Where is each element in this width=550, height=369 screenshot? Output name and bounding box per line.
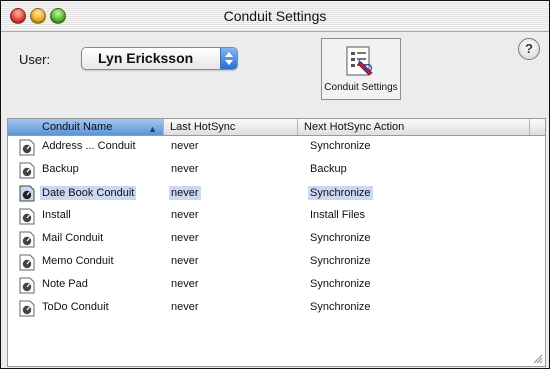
- conduit-row-icon: [19, 254, 35, 271]
- last-hotsync: never: [171, 301, 199, 313]
- conduit-settings-window: Conduit Settings User: Lyn Ericksson Con…: [0, 0, 550, 369]
- column-header-conduit-name[interactable]: Conduit Name ▲: [8, 119, 164, 135]
- conduit-table: Conduit Name ▲ Last HotSync Next HotSync…: [7, 118, 546, 367]
- next-action: Synchronize: [308, 186, 373, 200]
- last-hotsync: never: [171, 163, 199, 175]
- table-row[interactable]: Memo Conduit never Synchronize: [8, 251, 545, 274]
- conduit-name: Memo Conduit: [42, 255, 114, 267]
- last-hotsync: never: [171, 140, 199, 152]
- column-header-filler: [530, 119, 545, 135]
- help-icon: ?: [525, 41, 533, 56]
- conduit-name: ToDo Conduit: [42, 301, 109, 313]
- next-action: Synchronize: [310, 232, 371, 244]
- toolbar: User: Lyn Ericksson Conduit Settings ?: [1, 32, 549, 118]
- next-action: Synchronize: [310, 255, 371, 267]
- table-row[interactable]: ToDo Conduit never Synchronize: [8, 297, 545, 320]
- last-hotsync: never: [171, 232, 199, 244]
- last-hotsync: never: [169, 186, 201, 200]
- help-button[interactable]: ?: [518, 38, 540, 60]
- column-header-label: Conduit Name: [42, 121, 113, 133]
- conduit-row-icon: [19, 300, 35, 317]
- resize-grip-icon[interactable]: [532, 353, 543, 364]
- sort-ascending-icon: ▲: [148, 124, 157, 134]
- table-row[interactable]: Install never Install Files: [8, 205, 545, 228]
- conduit-name: Mail Conduit: [42, 232, 104, 244]
- conduit-settings-button[interactable]: Conduit Settings: [321, 38, 401, 100]
- table-header: Conduit Name ▲ Last HotSync Next HotSync…: [8, 119, 545, 136]
- last-hotsync: never: [171, 209, 199, 221]
- user-popup-menu[interactable]: Lyn Ericksson: [81, 47, 238, 70]
- conduit-row-icon: [19, 185, 35, 202]
- conduit-name: Date Book Conduit: [40, 186, 137, 200]
- table-row[interactable]: Note Pad never Synchronize: [8, 274, 545, 297]
- conduit-name: Address ... Conduit: [42, 140, 136, 152]
- next-action: Synchronize: [310, 278, 371, 290]
- conduit-settings-label: Conduit Settings: [324, 82, 398, 93]
- next-action: Backup: [310, 163, 347, 175]
- next-action: Synchronize: [310, 301, 371, 313]
- column-header-next-action[interactable]: Next HotSync Action: [298, 119, 530, 135]
- conduit-name: Install: [42, 209, 71, 221]
- conduit-name: Backup: [42, 163, 79, 175]
- conduit-row-icon: [19, 208, 35, 225]
- conduit-row-icon: [19, 139, 35, 156]
- table-row-selected[interactable]: Date Book Conduit never Synchronize: [8, 182, 545, 205]
- conduit-settings-icon: [343, 44, 379, 85]
- column-header-label: Last HotSync: [170, 121, 236, 133]
- user-popup-value: Lyn Ericksson: [98, 50, 194, 66]
- column-header-last-hotsync[interactable]: Last HotSync: [164, 119, 298, 135]
- table-row[interactable]: Address ... Conduit never Synchronize: [8, 136, 545, 159]
- conduit-row-icon: [19, 162, 35, 179]
- conduit-row-icon: [19, 277, 35, 294]
- table-row[interactable]: Mail Conduit never Synchronize: [8, 228, 545, 251]
- last-hotsync: never: [171, 255, 199, 267]
- column-header-label: Next HotSync Action: [304, 121, 405, 133]
- last-hotsync: never: [171, 278, 199, 290]
- window-title: Conduit Settings: [223, 8, 327, 24]
- conduit-name: Note Pad: [42, 278, 88, 290]
- next-action: Synchronize: [310, 140, 371, 152]
- title-bar[interactable]: Conduit Settings: [1, 1, 549, 32]
- user-label: User:: [19, 52, 51, 67]
- table-row[interactable]: Backup never Backup: [8, 159, 545, 182]
- next-action: Install Files: [310, 209, 366, 221]
- popup-arrows-icon: [220, 48, 237, 69]
- conduit-row-icon: [19, 231, 35, 248]
